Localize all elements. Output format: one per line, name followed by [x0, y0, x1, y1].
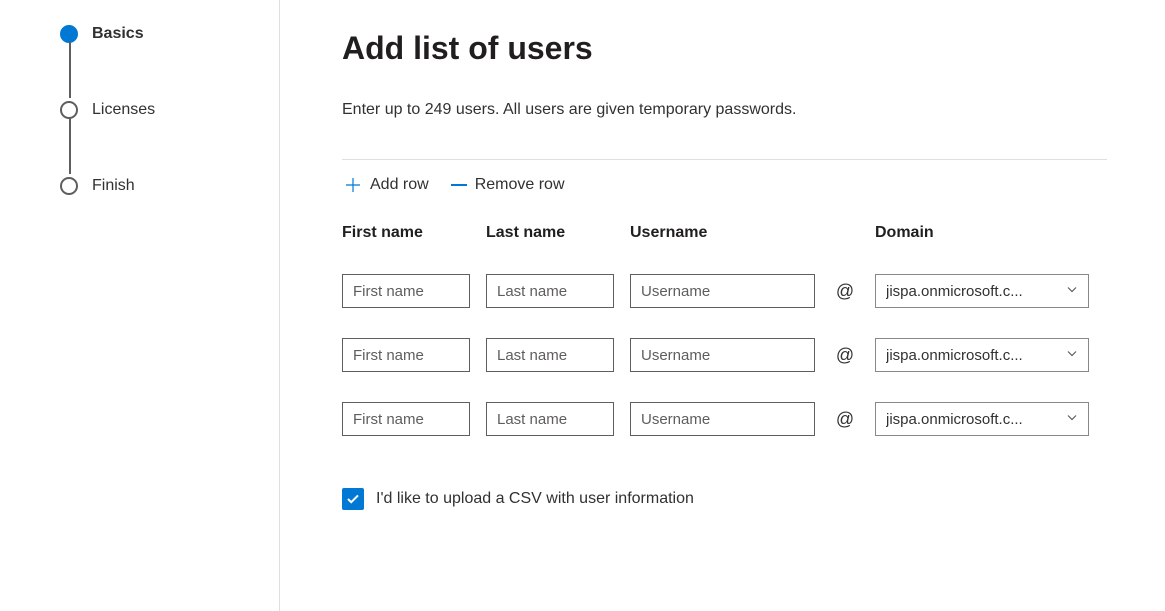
at-symbol: @: [831, 345, 859, 366]
remove-row-button[interactable]: Remove row: [449, 172, 567, 198]
domain-value: jispa.onmicrosoft.c...: [886, 411, 1058, 428]
step-licenses[interactable]: Licenses: [60, 98, 279, 122]
add-row-button[interactable]: Add row: [342, 172, 431, 198]
table-toolbar: Add row Remove row: [342, 172, 1107, 198]
last-name-input[interactable]: [486, 274, 614, 308]
page-title: Add list of users: [342, 30, 1107, 67]
username-input[interactable]: [630, 402, 815, 436]
chevron-down-icon: [1066, 411, 1078, 428]
domain-select[interactable]: jispa.onmicrosoft.c...: [875, 274, 1089, 308]
table-row: @ jispa.onmicrosoft.c...: [342, 274, 1107, 308]
add-row-label: Add row: [370, 176, 429, 194]
page-subtitle: Enter up to 249 users. All users are giv…: [342, 101, 1107, 119]
domain-value: jispa.onmicrosoft.c...: [886, 347, 1058, 364]
col-username: Username: [630, 224, 815, 242]
chevron-down-icon: [1066, 283, 1078, 300]
username-input[interactable]: [630, 274, 815, 308]
step-label: Basics: [92, 25, 144, 43]
first-name-input[interactable]: [342, 402, 470, 436]
step-finish[interactable]: Finish: [60, 174, 279, 198]
at-symbol: @: [831, 281, 859, 302]
remove-row-label: Remove row: [475, 176, 565, 194]
csv-label: I'd like to upload a CSV with user infor…: [376, 490, 694, 508]
step-connector: [69, 118, 71, 174]
last-name-input[interactable]: [486, 402, 614, 436]
col-last-name: Last name: [486, 224, 614, 242]
table-row: @ jispa.onmicrosoft.c...: [342, 338, 1107, 372]
step-connector: [69, 42, 71, 98]
first-name-input[interactable]: [342, 274, 470, 308]
step-label: Finish: [92, 177, 135, 195]
domain-select[interactable]: jispa.onmicrosoft.c...: [875, 402, 1089, 436]
plus-icon: [344, 176, 362, 194]
domain-value: jispa.onmicrosoft.c...: [886, 283, 1058, 300]
minus-icon: [451, 184, 467, 186]
step-bullet-icon: [60, 177, 78, 195]
section-divider: [342, 159, 1107, 160]
wizard-steps-nav: Basics Licenses Finish: [0, 0, 280, 611]
csv-upload-option: I'd like to upload a CSV with user infor…: [342, 488, 1107, 510]
checkmark-icon: [346, 492, 360, 506]
step-basics[interactable]: Basics: [60, 22, 279, 46]
step-bullet-active-icon: [60, 25, 78, 43]
username-input[interactable]: [630, 338, 815, 372]
main-panel: Add list of users Enter up to 249 users.…: [280, 0, 1165, 611]
step-label: Licenses: [92, 101, 155, 119]
step-bullet-icon: [60, 101, 78, 119]
csv-checkbox[interactable]: [342, 488, 364, 510]
domain-select[interactable]: jispa.onmicrosoft.c...: [875, 338, 1089, 372]
first-name-input[interactable]: [342, 338, 470, 372]
chevron-down-icon: [1066, 347, 1078, 364]
col-domain: Domain: [875, 224, 1089, 242]
table-header: First name Last name Username Domain: [342, 224, 1107, 242]
at-symbol: @: [831, 409, 859, 430]
last-name-input[interactable]: [486, 338, 614, 372]
table-row: @ jispa.onmicrosoft.c...: [342, 402, 1107, 436]
col-first-name: First name: [342, 224, 470, 242]
